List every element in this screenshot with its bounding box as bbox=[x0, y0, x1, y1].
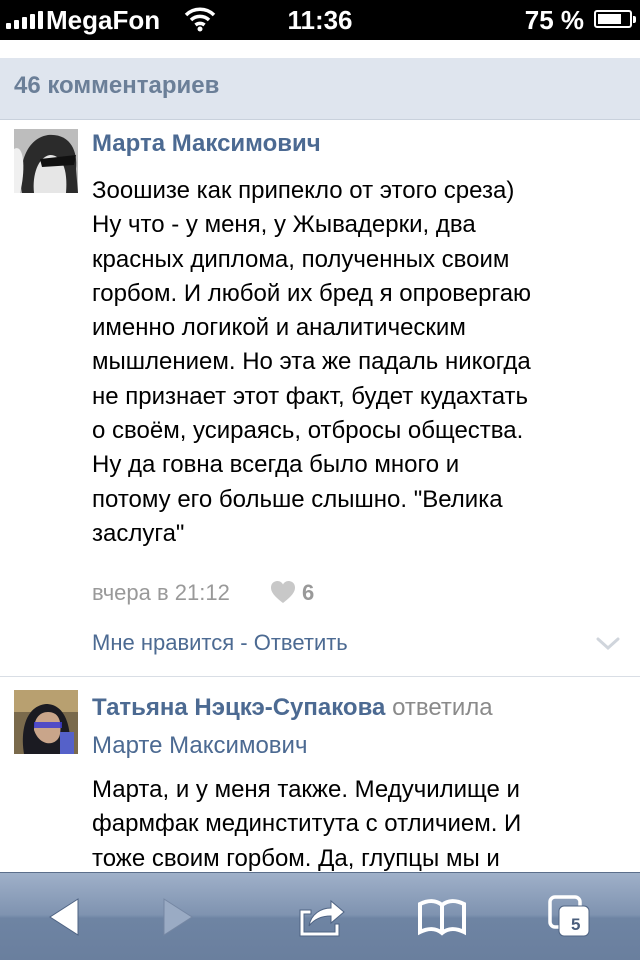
comment-actions: Мне нравится - Ответить bbox=[92, 628, 348, 658]
comment-line: именно логикой и аналитическим bbox=[92, 314, 466, 342]
bookmarks-button[interactable] bbox=[412, 893, 472, 941]
status-bar: MegaFon 11:36 75 % bbox=[0, 0, 640, 40]
comment-line: о своём, усираясь, отбросы общества. bbox=[92, 417, 524, 445]
heart-icon[interactable] bbox=[270, 580, 296, 604]
comment-text: Марта, и у меня также. Медучилище и фарм… bbox=[92, 773, 632, 876]
browser-toolbar: 5 bbox=[0, 872, 640, 960]
comments-count: 46 комментариев bbox=[14, 72, 220, 99]
battery-icon bbox=[594, 10, 636, 28]
comment-line: Зоошизе как припекло от этого среза) bbox=[92, 177, 515, 204]
comment-timestamp[interactable]: вчера в 21:12 bbox=[92, 578, 230, 608]
battery-fill bbox=[598, 14, 621, 24]
comment-line: потому его больше слышно. "Велика bbox=[92, 485, 503, 513]
chevron-down-icon[interactable] bbox=[596, 636, 620, 652]
like-link[interactable]: Мне нравится bbox=[92, 630, 234, 655]
reply-verb: ответила bbox=[392, 694, 493, 721]
avatar-image bbox=[14, 129, 78, 193]
comment-text: Зоошизе как припекло от этого среза) Ну … bbox=[92, 174, 632, 551]
share-button[interactable] bbox=[292, 893, 352, 941]
back-button[interactable] bbox=[34, 893, 94, 941]
tabs-button[interactable]: 5 bbox=[540, 893, 600, 941]
tabs-icon bbox=[548, 895, 590, 937]
comment-author: Татьяна Нэцкэ-Супакова ответила bbox=[92, 693, 493, 723]
comment-line: горбом. И любой их бред я опровергаю bbox=[92, 279, 532, 307]
comment-author[interactable]: Марта Максимович bbox=[92, 129, 321, 159]
comment-line: фармфак мединститута с отличием. И bbox=[92, 810, 522, 838]
avatar[interactable] bbox=[14, 690, 78, 754]
forward-button[interactable] bbox=[148, 893, 208, 941]
comment-line: Ну да говна всегда было много и bbox=[92, 451, 460, 479]
avatar-image bbox=[14, 690, 78, 754]
comments-header: 46 комментариев bbox=[0, 58, 640, 120]
back-arrow-icon bbox=[49, 898, 79, 936]
reply-link[interactable]: Ответить bbox=[254, 630, 348, 655]
avatar[interactable] bbox=[14, 129, 78, 193]
share-icon bbox=[299, 899, 345, 937]
comment-line: заслуга" bbox=[92, 519, 185, 547]
reply-target-link[interactable]: Марте Максимович bbox=[92, 731, 307, 761]
comment-line: красных диплома, полученных своим bbox=[92, 245, 510, 273]
comment-divider bbox=[0, 676, 640, 677]
comment-line: мышлением. Но эта же падаль никогда bbox=[92, 348, 531, 376]
forward-arrow-icon bbox=[163, 898, 193, 936]
comment-line: Ну что - у меня, у Жывадерки, два bbox=[92, 211, 476, 239]
page-top-spacer bbox=[0, 40, 640, 58]
like-count: 6 bbox=[302, 580, 315, 605]
bookmarks-icon bbox=[418, 899, 466, 936]
actions-separator: - bbox=[234, 630, 254, 655]
battery-percent: 75 % bbox=[524, 5, 584, 35]
comment-line: не признает этот факт, будет кудахтать bbox=[92, 382, 529, 410]
comment-line: Марта, и у меня также. Медучилище и bbox=[92, 776, 520, 803]
comment-line: тоже своим горбом. Да, глупцы мы и bbox=[92, 844, 500, 872]
tab-count: 5 bbox=[571, 915, 581, 934]
reply-author-name[interactable]: Татьяна Нэцкэ-Супакова bbox=[92, 694, 385, 721]
